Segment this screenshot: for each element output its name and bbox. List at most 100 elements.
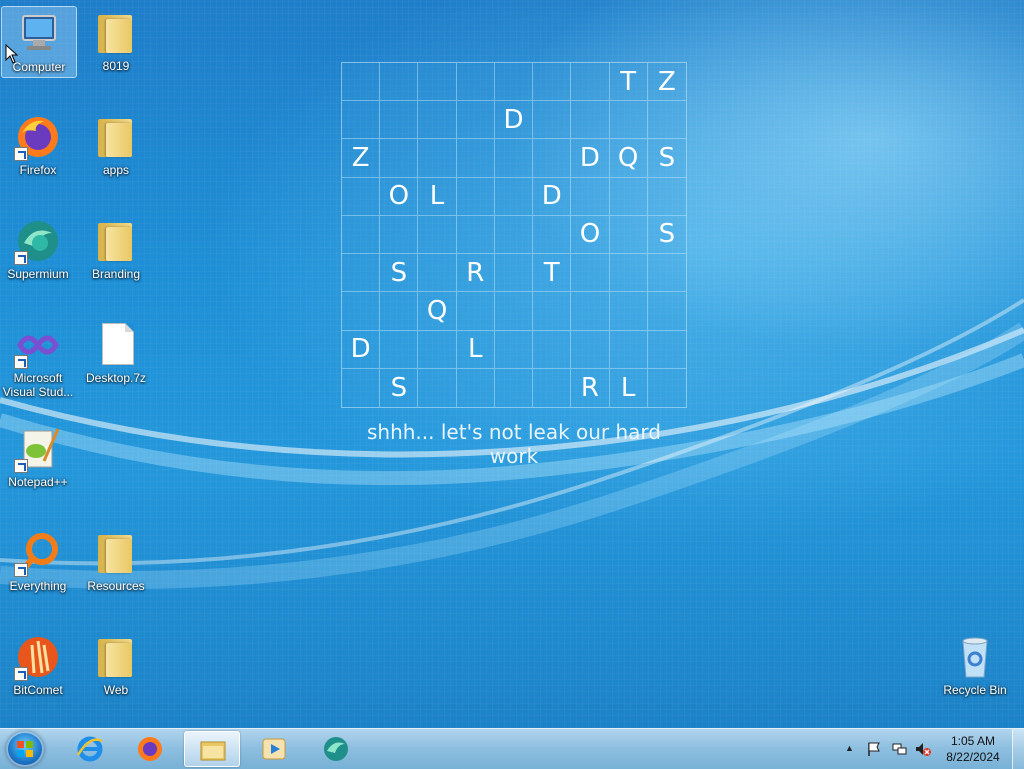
desktop-icon-label: BitComet bbox=[13, 683, 63, 697]
desktop-icon-notepad-plus-plus[interactable]: Notepad++ bbox=[1, 422, 75, 492]
desktop-icon-visual-studio[interactable]: Microsoft Visual Stud... bbox=[1, 318, 75, 402]
shortcut-arrow-icon bbox=[14, 251, 28, 265]
firefox-icon bbox=[14, 113, 62, 161]
grid-cell: L bbox=[610, 368, 648, 407]
wallpaper-tagline: shhh... let's not leak our hard work bbox=[366, 420, 661, 468]
grid-cell bbox=[571, 254, 610, 293]
grid-cell: O bbox=[571, 215, 610, 255]
grid-cell bbox=[456, 292, 495, 331]
grid-cell bbox=[380, 215, 419, 255]
desktop-icon-branding[interactable]: Branding bbox=[79, 214, 153, 284]
file-explorer-icon bbox=[200, 741, 226, 761]
shortcut-arrow-icon bbox=[14, 563, 28, 577]
grid-cell bbox=[494, 215, 534, 255]
taskbar-media-player-button[interactable] bbox=[246, 731, 302, 767]
grid-cell bbox=[647, 101, 686, 140]
system-clock[interactable]: 1:05 AM 8/22/2024 bbox=[940, 733, 1006, 765]
notepad-plus-plus-icon bbox=[14, 425, 62, 473]
desktop-icon-recycle-bin[interactable]: Recycle Bin bbox=[938, 630, 1012, 700]
grid-cell bbox=[456, 63, 495, 102]
taskbar-file-explorer-button[interactable] bbox=[184, 731, 240, 767]
desktop-icon-everything[interactable]: Everything bbox=[1, 526, 75, 596]
grid-cell: D bbox=[494, 101, 534, 140]
grid-cell bbox=[342, 292, 381, 331]
desktop-icon-computer[interactable]: Computer bbox=[1, 6, 77, 78]
grid-cell bbox=[342, 254, 381, 293]
desktop-icon-supermium[interactable]: Supermium bbox=[1, 214, 75, 284]
shortcut-arrow-icon bbox=[14, 459, 28, 473]
desktop-icon-web[interactable]: Web bbox=[79, 630, 153, 700]
grid-cell bbox=[647, 292, 686, 331]
grid-cell: R bbox=[571, 368, 610, 407]
desktop-icon-8019[interactable]: 8019 bbox=[79, 6, 153, 76]
grid-cell bbox=[495, 368, 534, 407]
show-desktop-button[interactable] bbox=[1012, 729, 1024, 769]
grid-cell: D bbox=[533, 177, 572, 216]
grid-cell bbox=[380, 330, 419, 369]
start-button[interactable] bbox=[6, 731, 44, 767]
grid-cell bbox=[533, 139, 572, 178]
grid-cell bbox=[648, 369, 686, 407]
network-icon[interactable] bbox=[891, 741, 907, 757]
grid-cell: T bbox=[609, 63, 648, 102]
grid-cell: R bbox=[456, 254, 495, 293]
grid-cell bbox=[342, 101, 381, 140]
grid-cell bbox=[342, 215, 381, 255]
grid-cell bbox=[418, 215, 457, 255]
grid-cell bbox=[609, 215, 648, 255]
grid-cell: O bbox=[380, 177, 419, 216]
grid-cell bbox=[418, 368, 457, 407]
folder-icon bbox=[92, 113, 140, 161]
volume-muted-icon[interactable] bbox=[915, 741, 931, 757]
grid-cell bbox=[380, 139, 419, 178]
grid-cell: Z bbox=[647, 63, 686, 102]
windows-start-icon bbox=[17, 741, 33, 757]
desktop-icon-label: 8019 bbox=[102, 59, 130, 73]
folder-icon bbox=[92, 217, 140, 265]
desktop-icon-label: Firefox bbox=[19, 163, 57, 177]
grid-cell bbox=[571, 63, 610, 102]
clock-date: 8/22/2024 bbox=[946, 750, 1000, 764]
action-center-flag-icon[interactable] bbox=[866, 741, 882, 757]
grid-cell: L bbox=[418, 177, 457, 216]
grid-cell bbox=[609, 254, 648, 293]
desktop-icon-desktop-7z[interactable]: Desktop.7z bbox=[79, 318, 153, 388]
desktop-icon-label: Resources bbox=[87, 579, 145, 593]
grid-cell bbox=[533, 292, 572, 331]
grid-cell bbox=[418, 139, 457, 178]
grid-cell bbox=[533, 330, 572, 369]
grid-cell bbox=[609, 330, 648, 369]
folder-icon bbox=[92, 633, 140, 681]
grid-cell: S bbox=[647, 139, 686, 178]
taskbar-internet-explorer-button[interactable] bbox=[62, 731, 118, 767]
grid-cell bbox=[418, 254, 457, 293]
grid-cell bbox=[456, 101, 495, 140]
desktop-icon-bitcomet[interactable]: BitComet bbox=[1, 630, 75, 700]
desktop-icon-label: Supermium bbox=[7, 267, 69, 281]
grid-cell: S bbox=[647, 216, 686, 255]
grid-cell bbox=[494, 139, 534, 178]
desktop-icon-apps[interactable]: apps bbox=[79, 110, 153, 180]
taskbar-firefox-button[interactable] bbox=[122, 731, 178, 767]
grid-cell bbox=[494, 254, 534, 293]
grid-cell bbox=[647, 178, 686, 216]
desktop-icon-resources[interactable]: Resources bbox=[79, 526, 153, 596]
supermium-icon bbox=[324, 737, 348, 761]
everything-search-icon bbox=[14, 529, 62, 577]
grid-cell bbox=[571, 292, 610, 331]
wallpaper-letter-grid: TZDZDQSOLDOSSRTQDLSRL bbox=[341, 62, 687, 408]
taskbar-supermium-button[interactable] bbox=[308, 731, 364, 767]
grid-cell: L bbox=[456, 330, 495, 369]
grid-cell bbox=[456, 139, 495, 178]
grid-cell bbox=[571, 101, 610, 140]
shortcut-arrow-icon bbox=[14, 667, 28, 681]
desktop-icon-label: Notepad++ bbox=[8, 475, 68, 489]
grid-cell bbox=[571, 330, 610, 369]
show-hidden-icons-icon[interactable]: ▲ bbox=[845, 743, 861, 759]
grid-cell bbox=[342, 368, 381, 407]
grid-cell bbox=[609, 292, 648, 331]
desktop-icon-firefox[interactable]: Firefox bbox=[1, 110, 75, 180]
grid-cell bbox=[380, 63, 419, 102]
desktop-icon-label: Everything bbox=[9, 579, 67, 593]
grid-cell bbox=[494, 330, 534, 369]
